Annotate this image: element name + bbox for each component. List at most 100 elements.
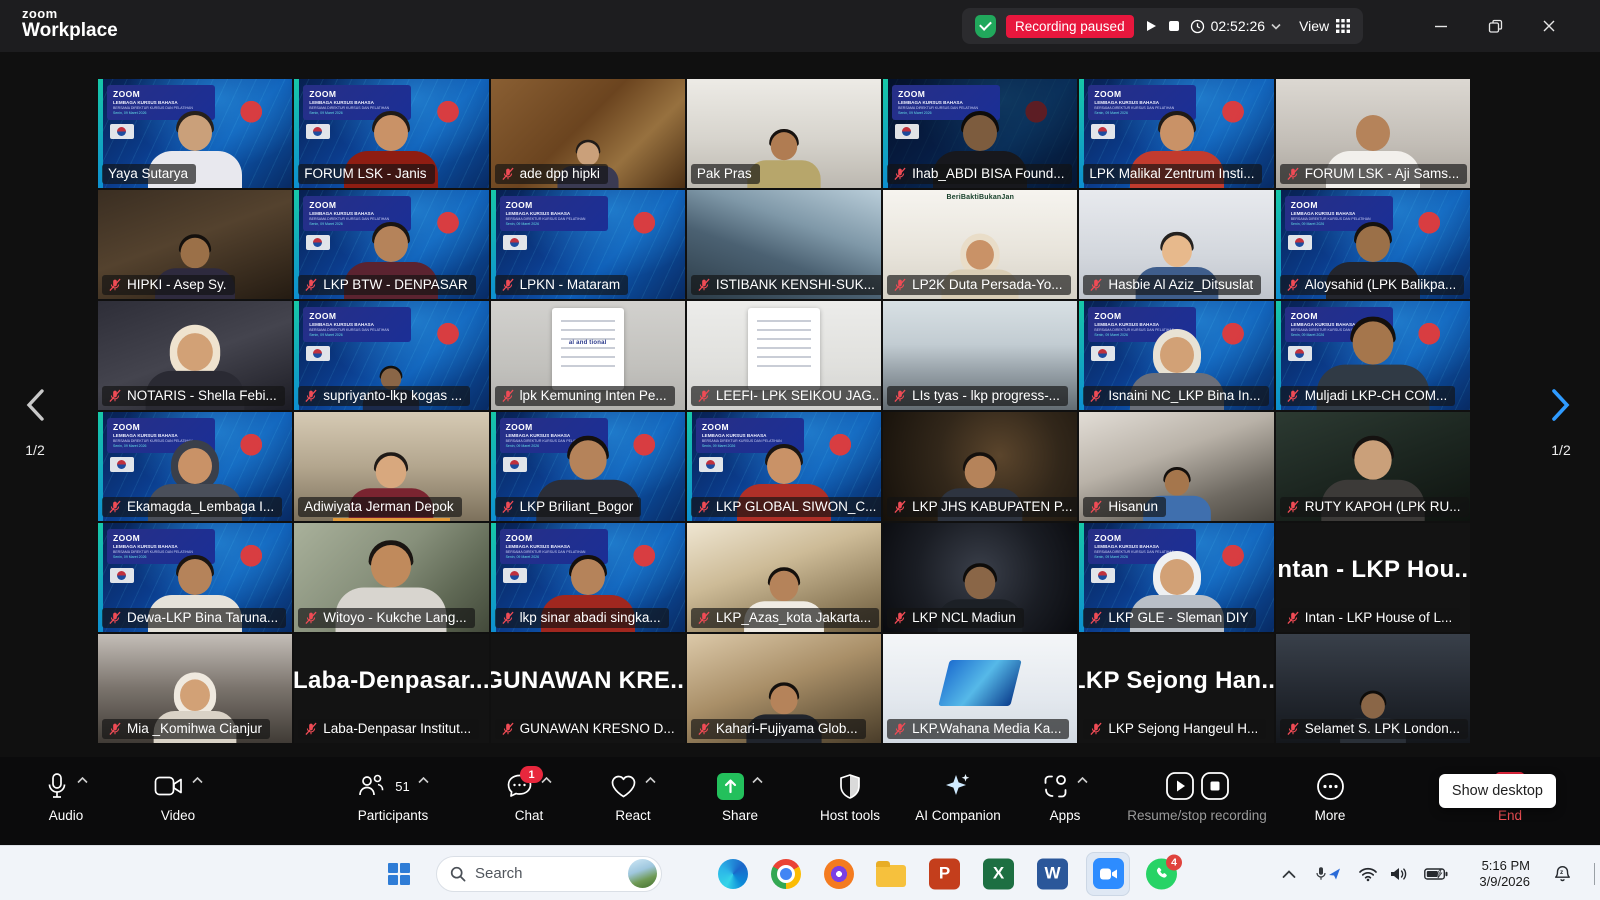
taskbar-zoom-icon[interactable]: [1086, 852, 1130, 896]
share-options-chevron-icon[interactable]: [752, 777, 763, 784]
chat-button[interactable]: 1 Chat: [486, 769, 572, 823]
participant-tile[interactable]: LKP.Wahana Media Ka...: [883, 634, 1077, 743]
participant-tile[interactable]: ZOOM LEMBAGA KURSUS BAHASA BERSAMA DIREK…: [98, 412, 292, 521]
participant-tile[interactable]: Intan - LKP Hou... Intan - LKP House of …: [1276, 523, 1470, 632]
participant-name-pill: Witoyo - Kukche Lang...: [298, 608, 474, 628]
meeting-timer[interactable]: 02:52:26: [1190, 18, 1282, 34]
audio-options-chevron-icon[interactable]: [77, 777, 88, 784]
event-banner-brand: ZOOM: [506, 533, 602, 544]
taskbar-clock[interactable]: 5:16 PM 3/9/2026: [1479, 858, 1530, 890]
audio-button[interactable]: Audio: [18, 769, 114, 823]
participants-label: Participants: [328, 808, 458, 823]
search-box[interactable]: Search: [436, 856, 662, 892]
tray-show-hidden-icons[interactable]: [1282, 869, 1296, 878]
taskbar-powerpoint-icon[interactable]: P: [929, 858, 960, 889]
tray-notification-bell-icon[interactable]: z: [1553, 864, 1572, 883]
participant-tile[interactable]: Hisanun: [1079, 412, 1273, 521]
participant-tile[interactable]: GUNAWAN KRE... GUNAWAN KRESNO D...: [491, 634, 685, 743]
minimize-button[interactable]: [1414, 0, 1468, 52]
react-button[interactable]: React: [594, 769, 672, 823]
participants-options-chevron-icon[interactable]: [418, 777, 429, 784]
participant-tile[interactable]: HIPKI - Asep Sy.: [98, 190, 292, 299]
participant-tile[interactable]: ZOOM LEMBAGA KURSUS BAHASA BERSAMA DIREK…: [491, 412, 685, 521]
more-button[interactable]: More: [1294, 769, 1366, 823]
participant-tile[interactable]: ZOOM LEMBAGA KURSUS BAHASA BERSAMA DIREK…: [98, 523, 292, 632]
share-button[interactable]: Share: [700, 769, 780, 823]
tray-wifi-icon[interactable]: [1358, 866, 1378, 881]
restore-button[interactable]: [1468, 0, 1522, 52]
participant-tile[interactable]: ZOOM LEMBAGA KURSUS BAHASA BERSAMA DIREK…: [1276, 301, 1470, 410]
participant-tile[interactable]: ZOOM LEMBAGA KURSUS BAHASA BERSAMA DIREK…: [294, 190, 488, 299]
weather-widget-icon[interactable]: [628, 859, 657, 888]
security-shield-icon[interactable]: [975, 15, 996, 38]
resume-stop-recording-button[interactable]: Resume/stop recording: [1112, 769, 1282, 823]
participant-tile[interactable]: RUTY KAPOH (LPK RU...: [1276, 412, 1470, 521]
participant-tile[interactable]: ZOOM LEMBAGA KURSUS BAHASA BERSAMA DIREK…: [883, 79, 1077, 188]
taskbar-word-icon[interactable]: W: [1037, 858, 1068, 889]
video-camera-icon: [154, 775, 184, 797]
taskbar-browser-profile-icon[interactable]: [824, 859, 854, 889]
participant-tile[interactable]: ZOOM LEMBAGA KURSUS BAHASA BERSAMA DIREK…: [98, 79, 292, 188]
participant-tile[interactable]: ZOOM LEMBAGA KURSUS BAHASA BERSAMA DIREK…: [687, 412, 881, 521]
participant-tile[interactable]: ZOOM LEMBAGA KURSUS BAHASA BERSAMA DIREK…: [294, 301, 488, 410]
participant-tile[interactable]: FORUM LSK - Aji Sams...: [1276, 79, 1470, 188]
apps-options-chevron-icon[interactable]: [1077, 777, 1088, 784]
taskbar-time: 5:16 PM: [1479, 858, 1530, 874]
participant-tile[interactable]: ISTIBANK KENSHI-SUK...: [687, 190, 881, 299]
start-button[interactable]: [388, 863, 410, 885]
tray-volume-icon[interactable]: [1390, 866, 1408, 881]
participant-tile[interactable]: ZOOM LEMBAGA KURSUS BAHASA BERSAMA DIREK…: [1276, 190, 1470, 299]
next-page-arrow-icon[interactable]: [1550, 388, 1572, 422]
stop-recording-button[interactable]: [1168, 20, 1180, 32]
logo-workplace: Workplace: [22, 21, 118, 41]
close-button[interactable]: [1522, 0, 1576, 52]
video-button[interactable]: Video: [128, 769, 228, 823]
resume-recording-button[interactable]: [1144, 19, 1158, 33]
participant-tile[interactable]: Selamet S. LPK London...: [1276, 634, 1470, 743]
participant-tile[interactable]: al and tional lpk Kemuning Inten Pe...: [491, 301, 685, 410]
participant-tile[interactable]: Pak Pras: [687, 79, 881, 188]
muted-mic-icon: [1286, 500, 1300, 514]
participant-tile[interactable]: NOTARIS - Shella Febi...: [98, 301, 292, 410]
participant-tile[interactable]: ZOOM LEMBAGA KURSUS BAHASA BERSAMA DIREK…: [491, 190, 685, 299]
participant-tile[interactable]: ZOOM LEMBAGA KURSUS BAHASA BERSAMA DIREK…: [491, 523, 685, 632]
participant-tile[interactable]: LKP Sejong Han... LKP Sejong Hangeul H..…: [1079, 634, 1273, 743]
tray-battery-icon[interactable]: [1424, 867, 1448, 880]
taskbar-excel-icon[interactable]: X: [983, 858, 1014, 889]
participant-tile[interactable]: LKP JHS KABUPATEN P...: [883, 412, 1077, 521]
taskbar-whatsapp-icon[interactable]: 4: [1146, 858, 1177, 889]
previous-page-arrow-icon[interactable]: [24, 388, 46, 422]
participants-button[interactable]: 51 Participants: [328, 769, 458, 823]
muted-mic-icon: [1089, 500, 1103, 514]
participant-tile[interactable]: BeriBaktiBukanJan LP2K Duta Persada-Yo..…: [883, 190, 1077, 299]
participant-tile[interactable]: ZOOM LEMBAGA KURSUS BAHASA BERSAMA DIREK…: [294, 79, 488, 188]
participant-tile[interactable]: ZOOM LEMBAGA KURSUS BAHASA BERSAMA DIREK…: [1079, 523, 1273, 632]
host-tools-button[interactable]: Host tools: [798, 769, 902, 823]
view-button[interactable]: View: [1299, 18, 1350, 34]
taskbar-edge-icon[interactable]: [718, 859, 748, 889]
apps-button[interactable]: Apps: [1024, 769, 1106, 823]
participant-tile[interactable]: LKP_Azas_kota Jakarta...: [687, 523, 881, 632]
participant-tile[interactable]: Mia _Komihwa Cianjur: [98, 634, 292, 743]
ai-companion-button[interactable]: AI Companion: [904, 769, 1012, 823]
show-desktop-sliver[interactable]: [1594, 863, 1595, 885]
participant-tile[interactable]: LKP NCL Madiun: [883, 523, 1077, 632]
participant-tile[interactable]: Kahari-Fujiyama Glob...: [687, 634, 881, 743]
participant-tile[interactable]: Hasbie Al Aziz_Ditsuslat: [1079, 190, 1273, 299]
participant-tile[interactable]: Witoyo - Kukche Lang...: [294, 523, 488, 632]
participant-tile[interactable]: ZOOM LEMBAGA KURSUS BAHASA BERSAMA DIREK…: [1079, 79, 1273, 188]
react-options-chevron-icon[interactable]: [645, 777, 656, 784]
participant-tile[interactable]: LEEFI- LPK SEIKOU JAG...: [687, 301, 881, 410]
participant-tile[interactable]: Adiwiyata Jerman Depok: [294, 412, 488, 521]
taskbar-file-explorer-icon[interactable]: [876, 861, 906, 887]
participant-tile[interactable]: ZOOM LEMBAGA KURSUS BAHASA BERSAMA DIREK…: [1079, 301, 1273, 410]
participant-tile[interactable]: ade dpp hipki: [491, 79, 685, 188]
participant-name-pill: RUTY KAPOH (LPK RU...: [1280, 497, 1469, 517]
zoom-camera-glyph: [1100, 868, 1117, 880]
tray-mic-in-use-indicator[interactable]: [1316, 866, 1341, 881]
video-options-chevron-icon[interactable]: [192, 777, 203, 784]
participant-tile[interactable]: Laba-Denpasar... Laba-Denpasar Institut.…: [294, 634, 488, 743]
taskbar-chrome-icon[interactable]: [771, 859, 801, 889]
chat-options-chevron-icon[interactable]: [541, 777, 552, 784]
participant-tile[interactable]: LIs tyas - lkp progress-...: [883, 301, 1077, 410]
